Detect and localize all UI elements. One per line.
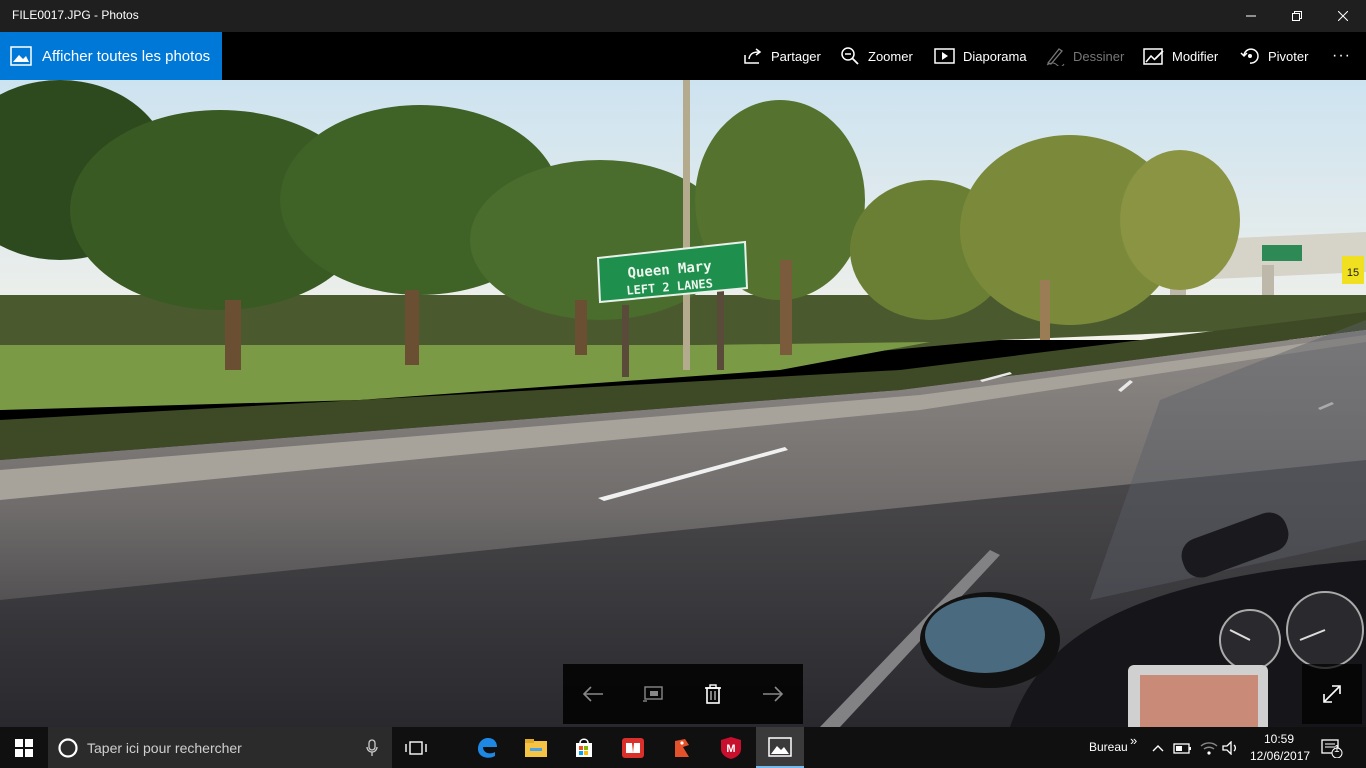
rotate-icon (1240, 48, 1259, 64)
photos-app-icon (768, 736, 792, 757)
notification-count: 1 (1334, 744, 1340, 755)
previous-button[interactable] (573, 674, 613, 714)
speaker-icon (1222, 740, 1236, 755)
minimize-icon (1246, 15, 1256, 17)
microphone-icon (366, 738, 378, 756)
zoom-label: Zoomer (868, 48, 913, 64)
battery-tray-button[interactable] (1170, 727, 1196, 768)
battery-icon (1173, 742, 1191, 754)
windows-logo-icon (15, 738, 33, 757)
rotate-button[interactable]: Pivoter (1240, 32, 1308, 80)
edge-taskbar-button[interactable] (463, 727, 511, 768)
edit-button[interactable]: Modifier (1143, 32, 1218, 80)
clock-date[interactable]: 12/06/2017 (1250, 749, 1310, 763)
close-button[interactable] (1320, 0, 1366, 32)
trash-icon (705, 684, 721, 704)
start-button[interactable] (0, 727, 48, 768)
reader-icon (622, 737, 644, 758)
slideshow-nav-button[interactable] (633, 674, 673, 714)
next-button[interactable] (753, 674, 793, 714)
title-bar: FILE0017.JPG - Photos (0, 0, 1366, 32)
slideshow-small-icon (643, 686, 663, 702)
app-toolbar: Afficher toutes les photos Partager Zoom… (0, 32, 1366, 80)
task-view-button[interactable] (392, 727, 440, 768)
task-view-icon (405, 740, 427, 755)
road-photo: 15 Queen Mary LEFT 2 LANES (0, 80, 1366, 727)
all-photos-label: Afficher toutes les photos (42, 47, 211, 65)
show-hidden-icons-button[interactable] (1146, 727, 1170, 768)
chevron-up-icon (1152, 744, 1164, 751)
store-icon (576, 737, 592, 757)
draw-button[interactable]: Dessiner (1045, 32, 1124, 80)
expand-icon (1323, 685, 1341, 703)
mcafee-taskbar-button[interactable]: M (707, 727, 755, 768)
store-taskbar-button[interactable] (560, 727, 608, 768)
maximize-button[interactable] (1274, 0, 1320, 32)
action-center-button[interactable]: 1 (1312, 727, 1352, 768)
edit-picture-icon (1143, 47, 1164, 65)
wifi-icon (1200, 741, 1218, 755)
explorer-taskbar-button[interactable] (512, 727, 560, 768)
share-button[interactable]: Partager (743, 32, 821, 80)
edge-browser-icon (478, 737, 497, 758)
red-app-icon (675, 738, 689, 757)
delete-button[interactable] (693, 674, 733, 714)
volume-tray-button[interactable] (1218, 727, 1244, 768)
close-icon (1338, 11, 1348, 21)
all-photos-button[interactable]: Afficher toutes les photos (0, 32, 222, 80)
overflow-chevron[interactable]: » (1130, 733, 1137, 748)
desktop-toolbar-label[interactable]: Bureau (1089, 740, 1128, 754)
more-options-button[interactable]: ··· (1332, 32, 1351, 80)
arrow-left-icon (582, 686, 603, 702)
slideshow-button[interactable]: Diaporama (934, 32, 1027, 80)
speed-sign-text: 15 (1347, 267, 1359, 279)
photos-taskbar-button[interactable] (756, 727, 804, 768)
slideshow-label: Diaporama (963, 48, 1027, 64)
edit-label: Modifier (1172, 48, 1219, 64)
cortana-circle-icon (58, 737, 78, 758)
rotate-label: Pivoter (1268, 48, 1309, 64)
photo-viewer[interactable]: 15 Queen Mary LEFT 2 LANES (0, 80, 1366, 727)
minimize-button[interactable] (1228, 0, 1274, 32)
red-app-taskbar-button[interactable] (658, 727, 706, 768)
zoom-button[interactable]: Zoomer (840, 32, 913, 80)
picture-icon (10, 46, 32, 66)
share-icon (744, 48, 762, 64)
file-explorer-icon (525, 738, 547, 757)
arrow-right-icon (763, 686, 784, 702)
zoom-out-icon (841, 47, 859, 65)
taskbar: Taper ici pour rechercher M » Bureau 10:… (0, 727, 1366, 768)
clock-time[interactable]: 10:59 (1264, 732, 1294, 746)
search-placeholder: Taper ici pour rechercher (87, 739, 242, 756)
fullscreen-button[interactable] (1302, 664, 1362, 724)
window-title: FILE0017.JPG - Photos (12, 8, 139, 22)
share-label: Partager (771, 48, 821, 64)
photo-nav-bar (563, 664, 803, 724)
reader-taskbar-button[interactable] (609, 727, 657, 768)
taskbar-search-box[interactable]: Taper ici pour rechercher (48, 727, 392, 768)
svg-text:M: M (726, 743, 735, 755)
draw-label: Dessiner (1073, 48, 1125, 64)
pen-icon (1046, 48, 1065, 66)
mcafee-icon: M (721, 736, 741, 759)
slideshow-icon (934, 48, 955, 64)
restore-icon (1292, 11, 1302, 21)
